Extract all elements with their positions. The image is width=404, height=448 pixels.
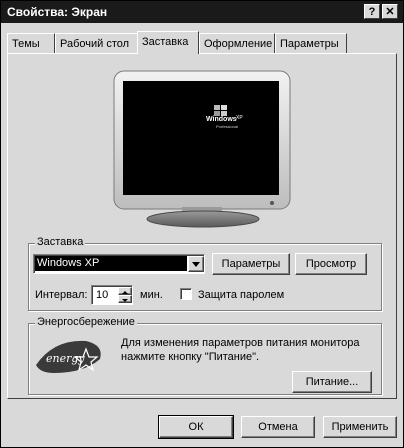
tab-appearance[interactable]: Оформление	[199, 33, 275, 53]
windows-logo: Windows XP Professional	[204, 105, 248, 131]
interval-label: Интервал:	[35, 289, 88, 301]
monitor-icon	[113, 70, 291, 228]
energy-description-line2: нажмите кнопку "Питание".	[121, 351, 260, 363]
close-button[interactable]: ✕	[382, 4, 398, 19]
tab-screensaver[interactable]: Заставка	[137, 31, 199, 54]
tab-themes[interactable]: Темы	[7, 33, 55, 53]
screensaver-group-label: Заставка	[35, 236, 86, 248]
screensaver-selected-value: Windows XP	[35, 256, 187, 271]
arrow-down-icon	[122, 299, 128, 302]
interval-down-button[interactable]	[118, 295, 132, 303]
windows-edition-text: Professional	[216, 124, 239, 129]
power-button[interactable]: Питание...	[292, 371, 372, 393]
arrow-up-icon	[122, 291, 128, 294]
tab-desktop[interactable]: Рабочий стол	[55, 33, 139, 53]
energy-logo-text: energy	[46, 352, 85, 365]
password-label[interactable]: Защита паролем	[198, 289, 284, 301]
screensaver-select[interactable]: Windows XP	[33, 254, 205, 274]
chevron-down-icon	[192, 262, 200, 267]
tab-settings[interactable]: Параметры	[275, 33, 347, 53]
apply-button[interactable]: Применить	[323, 416, 397, 438]
windows-logo-sup: XP	[236, 115, 243, 121]
screensaver-preview-button[interactable]: Просмотр	[295, 253, 367, 275]
screensaver-params-button[interactable]: Параметры	[212, 253, 290, 275]
ok-button[interactable]: ОК	[158, 415, 234, 439]
password-checkbox[interactable]	[180, 288, 192, 300]
windows-logo-text: Windows	[206, 116, 237, 123]
cancel-button[interactable]: Отмена	[241, 416, 315, 438]
display-properties-window: Свойства: Экран ? ✕ Темы Рабочий стол За…	[0, 0, 404, 448]
help-button[interactable]: ?	[364, 4, 380, 19]
interval-up-button[interactable]	[118, 287, 132, 295]
window-title: Свойства: Экран	[7, 5, 108, 19]
monitor-preview: Windows XP Professional	[112, 69, 294, 229]
energy-star-logo: energy	[34, 335, 104, 377]
interval-stepper[interactable]: 10	[91, 285, 133, 305]
title-bar[interactable]: Свойства: Экран ? ✕	[1, 1, 403, 23]
energy-group-label: Энергосбережение	[35, 316, 137, 328]
screensaver-dropdown-button[interactable]	[188, 256, 204, 272]
energy-description-line1: Для изменения параметров питания монитор…	[121, 337, 360, 349]
interval-unit: мин.	[140, 289, 163, 301]
interval-value: 10	[96, 289, 109, 301]
